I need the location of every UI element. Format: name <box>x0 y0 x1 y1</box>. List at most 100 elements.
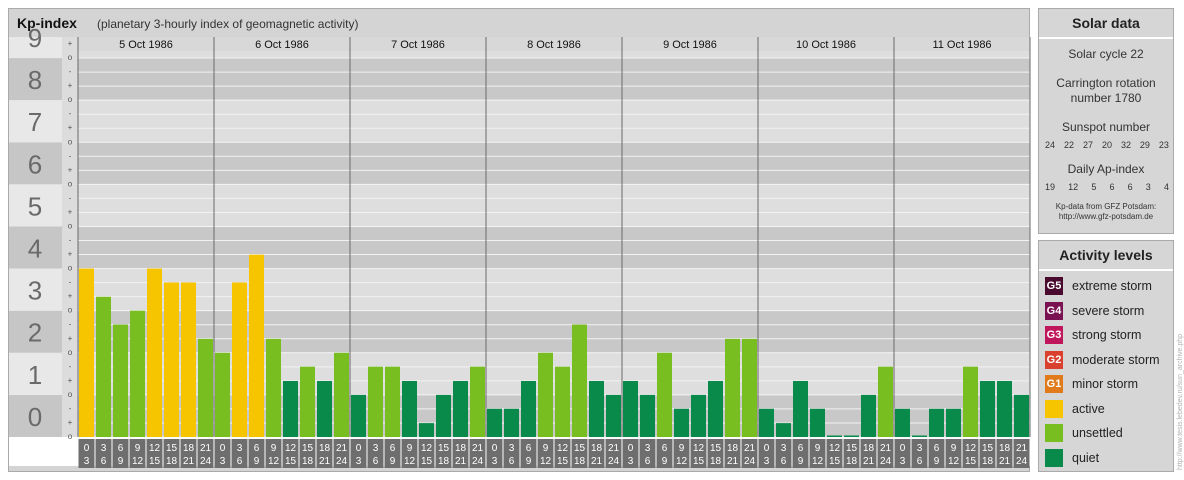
interval-start-label: 18 <box>591 443 603 454</box>
ap-value: 4 <box>1163 182 1169 192</box>
kp-bar <box>300 366 315 437</box>
minor-tick-column-bg <box>62 310 78 353</box>
plot-band <box>78 268 1030 311</box>
y-minor-tick: - <box>69 404 72 413</box>
interval-start-label: 15 <box>302 443 314 454</box>
interval-start-label: 9 <box>815 443 821 454</box>
day-label: 7 Oct 1986 <box>391 39 445 51</box>
kp-bar <box>844 435 859 437</box>
interval-end-label: 15 <box>557 456 569 467</box>
y-minor-tick: o <box>68 348 73 357</box>
interval-end-label: 21 <box>455 456 467 467</box>
interval-start-label: 21 <box>880 443 892 454</box>
y-minor-tick: - <box>69 193 72 202</box>
minor-tick-column-bg <box>62 184 78 227</box>
interval-start-label: 12 <box>149 443 161 454</box>
interval-end-label: 3 <box>764 456 770 467</box>
y-minor-tick: - <box>69 236 72 245</box>
interval-end-label: 12 <box>268 456 280 467</box>
interval-end-label: 15 <box>829 456 841 467</box>
sunspot-value: 23 <box>1158 140 1169 150</box>
interval-start-label: 0 <box>492 443 498 454</box>
interval-end-label: 6 <box>237 456 243 467</box>
kp-bar <box>538 352 553 437</box>
legend-swatch: G5 <box>1045 277 1063 296</box>
legend-label: unsettled <box>1072 426 1123 441</box>
interval-start-label: 18 <box>999 443 1011 454</box>
y-minor-tick: - <box>69 151 72 160</box>
kp-bar <box>759 408 774 437</box>
interval-end-label: 3 <box>356 456 362 467</box>
y-minor-tick: o <box>68 137 73 146</box>
y-minor-tick: o <box>68 306 73 315</box>
interval-start-label: 21 <box>744 443 756 454</box>
interval-end-label: 24 <box>880 456 892 467</box>
sunspot-value: 22 <box>1063 140 1074 150</box>
interval-start-label: 18 <box>727 443 739 454</box>
interval-end-label: 24 <box>336 456 348 467</box>
kp-bar <box>470 366 485 437</box>
interval-end-label: 6 <box>373 456 379 467</box>
y-tick-label: 0 <box>28 402 42 432</box>
interval-start-label: 12 <box>965 443 977 454</box>
interval-start-label: 15 <box>166 443 178 454</box>
sunspot-value: 24 <box>1045 140 1056 150</box>
kp-bar <box>980 381 995 437</box>
kp-bar <box>215 352 230 437</box>
kp-chart: 0123456789o+-o+-o+-o+-o+-o+-o+-o+-o+-o+ 5… <box>9 23 1031 468</box>
ap-title: Daily Ap-index <box>1067 162 1145 176</box>
ap-value: 6 <box>1127 182 1133 192</box>
activity-levels-title: Activity levels <box>1039 241 1173 271</box>
interval-end-label: 18 <box>302 456 314 467</box>
kp-bar <box>640 394 655 437</box>
interval-end-label: 12 <box>132 456 144 467</box>
interval-start-label: 15 <box>574 443 586 454</box>
legend-label: active <box>1072 401 1105 416</box>
kp-bar <box>249 254 264 437</box>
plot-band <box>78 58 1030 101</box>
interval-start-label: 9 <box>271 443 277 454</box>
interval-start-label: 3 <box>373 443 379 454</box>
watermark-text: http://www.tesis.lebedev.ru/sun_archive.… <box>1177 334 1184 470</box>
sunspot-title: Sunspot number <box>1061 120 1151 134</box>
solar-data-title: Solar data <box>1039 9 1173 39</box>
interval-end-label: 15 <box>965 456 977 467</box>
y-minor-tick: - <box>69 362 72 371</box>
y-minor-tick: + <box>68 376 73 385</box>
kp-chart-panel: 0 1 2 3 4 5 6 7 8 9 o + - o + - o + - o + - o + - o + - o + - o + - o + - o +5… <box>8 8 1031 472</box>
interval-start-label: 6 <box>118 443 124 454</box>
interval-start-label: 0 <box>900 443 906 454</box>
interval-start-label: 12 <box>421 443 433 454</box>
interval-start-label: 12 <box>557 443 569 454</box>
interval-end-label: 21 <box>999 456 1011 467</box>
y-minor-tick: + <box>68 165 73 174</box>
kp-bar <box>589 381 604 437</box>
interval-end-label: 9 <box>254 456 260 467</box>
interval-end-label: 9 <box>662 456 668 467</box>
kp-bar <box>674 408 689 437</box>
minor-tick-column-bg <box>62 352 78 395</box>
legend-item: quiet <box>1039 446 1173 471</box>
kp-bar <box>419 423 434 437</box>
activity-levels-panel: Activity levels G5 extreme storm G4 severe … <box>1038 240 1174 472</box>
y-minor-tick: + <box>68 81 73 90</box>
y-minor-tick: o <box>68 432 73 441</box>
kp-bar <box>283 381 298 437</box>
legend-label: minor storm <box>1072 377 1138 392</box>
solar-cycle: Solar cycle 22 <box>1068 47 1144 61</box>
y-tick-label: 2 <box>28 318 42 348</box>
kp-bar <box>521 381 536 437</box>
interval-end-label: 9 <box>798 456 804 467</box>
legend-label: quiet <box>1072 450 1100 465</box>
interval-end-label: 18 <box>710 456 722 467</box>
interval-start-label: 0 <box>84 443 90 454</box>
kp-bar <box>555 366 570 437</box>
source-link[interactable]: http://www.gfz-potsdam.de <box>1039 212 1173 222</box>
kp-bar <box>317 381 332 437</box>
legend-item: active <box>1039 397 1173 422</box>
kp-bar <box>623 381 638 437</box>
legend-item: G3 strong storm <box>1039 323 1173 348</box>
kp-bar <box>504 408 519 437</box>
chart-subtitle: (planetary 3-hourly index of geomagnetic… <box>97 17 359 31</box>
interval-start-label: 12 <box>829 443 841 454</box>
